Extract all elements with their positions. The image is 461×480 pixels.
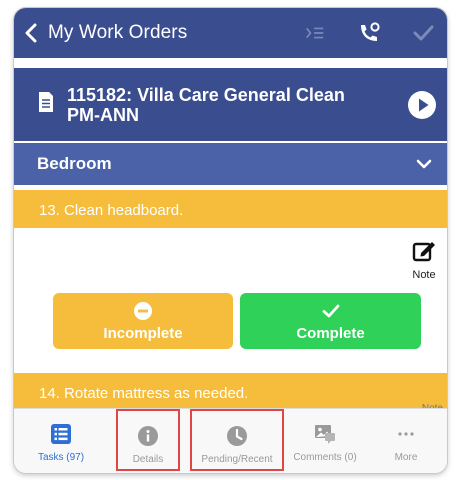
tab-label: Details: [132, 454, 164, 465]
call-location-button[interactable]: [357, 21, 381, 45]
complete-button[interactable]: Complete: [240, 293, 421, 349]
note-label: Note: [412, 269, 436, 281]
task-label: 14. Rotate mattress as needed.: [39, 384, 249, 402]
more-icon: [398, 432, 414, 436]
info-icon: [138, 426, 158, 446]
checkmark-icon: [413, 25, 434, 41]
tab-more[interactable]: More: [366, 409, 446, 471]
tab-tasks[interactable]: Tasks (97): [21, 409, 101, 471]
section-header-bedroom[interactable]: Bedroom: [14, 143, 447, 185]
tab-label: Pending/Recent: [201, 454, 273, 465]
back-label: My Work Orders: [48, 22, 188, 43]
indent-list-icon: [306, 27, 324, 39]
minus-circle-icon: [134, 301, 152, 320]
work-order-title-line1: 115182: Villa Care General Clean: [67, 84, 345, 105]
work-order-header: 115182: Villa Care General Clean PM-ANN: [14, 68, 447, 141]
confirm-button[interactable]: [411, 21, 435, 45]
task-item-14[interactable]: 14. Rotate mattress as needed.: [14, 373, 447, 413]
bottom-tab-bar: Tasks (97) Details Pending/Recent Commen…: [14, 408, 447, 473]
task-detail-panel: Note Incomplete Complete: [14, 228, 447, 373]
task-label: 13. Clean headboard.: [39, 201, 184, 219]
work-order-title-line2: PM-ANN: [67, 104, 139, 125]
edit-note-icon: [412, 242, 435, 262]
note-button[interactable]: Note: [407, 238, 441, 282]
phone-screen: My Work Orders 115182: Villa Care Genera…: [14, 8, 447, 473]
tab-label: Comments (0): [293, 452, 357, 463]
tab-comments[interactable]: Comments (0): [285, 409, 365, 471]
outline-menu-button[interactable]: [303, 21, 327, 45]
play-icon[interactable]: [407, 90, 437, 120]
chevron-left-icon: [25, 23, 37, 43]
task-item-13[interactable]: 13. Clean headboard.: [14, 190, 447, 230]
incomplete-button[interactable]: Incomplete: [53, 293, 233, 349]
tab-label: More: [394, 452, 418, 463]
incomplete-label: Incomplete: [103, 324, 183, 342]
document-icon: [39, 91, 53, 112]
tab-details[interactable]: Details: [116, 409, 180, 471]
work-order-title: 115182: Villa Care General Clean PM-ANN: [67, 85, 387, 125]
photo-comment-icon: [315, 425, 335, 444]
tab-pending-recent[interactable]: Pending/Recent: [190, 409, 284, 471]
clock-icon: [227, 426, 247, 446]
section-title: Bedroom: [37, 154, 112, 173]
tab-label: Tasks (97): [37, 452, 85, 463]
phone-location-icon: [361, 22, 380, 41]
list-icon: [51, 424, 71, 444]
back-button[interactable]: My Work Orders: [24, 8, 187, 58]
top-navigation-bar: My Work Orders: [14, 8, 447, 58]
checkmark-icon: [322, 304, 339, 317]
complete-label: Complete: [296, 324, 365, 342]
chevron-down-icon: [416, 159, 432, 169]
